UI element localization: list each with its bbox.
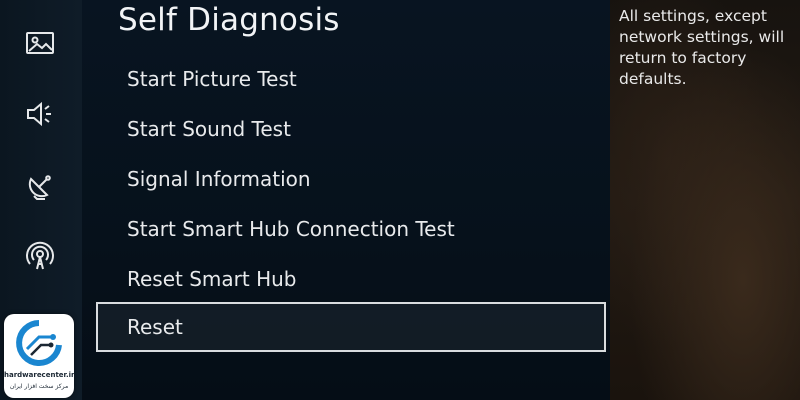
menu-item-smart-hub-connection-test[interactable]: Start Smart Hub Connection Test [96,202,606,252]
menu-item-start-sound-test[interactable]: Start Sound Test [96,102,606,152]
watermark-name: hardwarecenter.ir [4,371,75,379]
self-diagnosis-panel: Self Diagnosis Start Picture Test Start … [82,0,610,400]
picture-icon[interactable] [22,25,58,61]
menu-item-reset-smart-hub[interactable]: Reset Smart Hub [96,252,606,302]
broadcasting-icon[interactable] [22,168,58,204]
watermark-subtitle: مرکز سخت افزار ایران [9,383,69,390]
description-pane: All settings, except network settings, w… [610,0,800,400]
menu-item-start-picture-test[interactable]: Start Picture Test [96,52,606,102]
network-icon[interactable] [22,238,58,274]
self-diagnosis-menu: Start Picture Test Start Sound Test Sign… [96,52,606,352]
watermark-logo: hardwarecenter.ir مرکز سخت افزار ایران [4,314,75,398]
tv-settings-screen: Self Diagnosis Start Picture Test Start … [0,0,800,400]
menu-item-reset[interactable]: Reset [96,302,606,352]
page-title: Self Diagnosis [118,2,340,38]
sound-icon[interactable] [22,96,58,132]
menu-item-signal-information[interactable]: Signal Information [96,152,606,202]
description-text: All settings, except network settings, w… [619,7,785,88]
circuit-logo-icon [16,320,62,366]
